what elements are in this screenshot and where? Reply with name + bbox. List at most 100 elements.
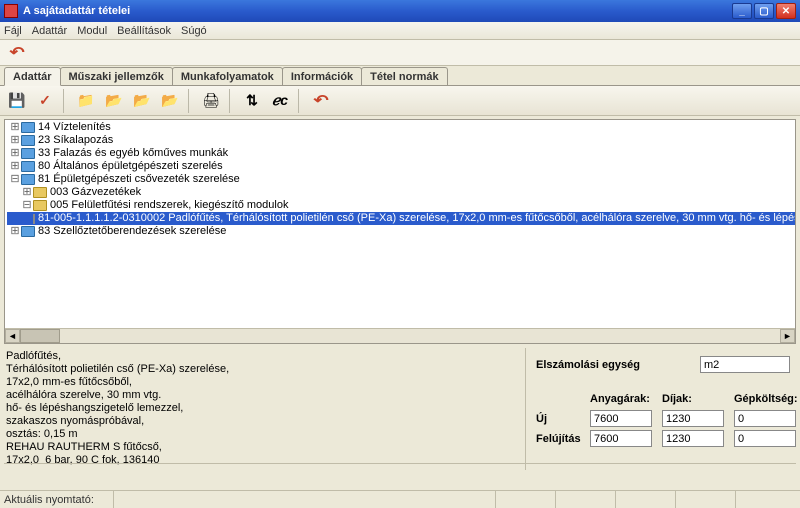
tab-tetel-normak[interactable]: Tétel normák (361, 67, 447, 85)
tree-item-label: 33 Falazás és egyéb kőműves munkák (38, 147, 228, 160)
tree-item[interactable]: ⊞ 14 Víztelenítés (7, 121, 795, 134)
tab-munkafolyamatok[interactable]: Munkafolyamatok (172, 67, 283, 85)
folder-arrow2-icon: 📂 (161, 92, 178, 109)
folder-open-icon: 📂 (105, 92, 122, 109)
tree-item-label: 81 Épületgépészeti csővezeték szerelése (38, 173, 240, 186)
undo-icon: ↶ (313, 92, 328, 109)
tree-item-selected[interactable]: 81-005-1.1.1.1.2-0310002 Padlófűtés, Tér… (7, 212, 795, 225)
expand-toggle[interactable]: ⊞ (9, 225, 21, 238)
expand-toggle[interactable]: ⊟ (21, 199, 33, 212)
tab-muszaki[interactable]: Műszaki jellemzők (60, 67, 173, 85)
back-arrow-icon: ↶ (9, 44, 24, 61)
uj-gep-input[interactable] (734, 410, 796, 427)
folder-button-3[interactable]: 📂 (129, 89, 155, 113)
tab-informaciok[interactable]: Információk (282, 67, 362, 85)
folder-button-1[interactable]: 📁 (73, 89, 99, 113)
menu-adattar[interactable]: Adattár (32, 25, 67, 37)
uj-dij-input[interactable] (662, 410, 724, 427)
folder-button-2[interactable]: 📂 (101, 89, 127, 113)
save-button[interactable]: 💾 (4, 89, 30, 113)
desc-line: hő- és lépéshangszigetelő lemezzel, (6, 402, 519, 415)
desc-line: Térhálósított polietilén cső (PE-Xa) sze… (6, 363, 519, 376)
expand-toggle[interactable]: ⊟ (9, 173, 21, 186)
sort-button[interactable]: ⇅ (239, 89, 265, 113)
bars-icon: ⇅ (246, 92, 258, 109)
row-uj-label: Új (536, 413, 584, 425)
expand-toggle[interactable]: ⊞ (9, 160, 21, 173)
tree-item-label: 23 Síkalapozás (38, 134, 113, 147)
tree-item-label: 005 Felületfűtési rendszerek, kiegészítő… (50, 199, 288, 212)
undo-button[interactable]: ↶ (308, 89, 334, 113)
hdr-dijak: Díjak: (662, 393, 728, 407)
tree-item[interactable]: ⊞ 33 Falazás és egyéb kőműves munkák (7, 147, 795, 160)
printer-icon: 🖨 (202, 92, 220, 109)
expand-toggle[interactable]: ⊞ (9, 121, 21, 134)
desc-line: szakaszos nyomáspróbával, (6, 415, 519, 428)
desc-line: 17x2,0 mm-es fűtőcsőből, (6, 376, 519, 389)
maximize-button[interactable]: ▢ (754, 3, 774, 19)
expand-toggle[interactable]: ⊞ (9, 147, 21, 160)
desc-line: acélhálóra szerelve, 30 mm vtg. (6, 389, 519, 402)
tab-bar: Adattár Műszaki jellemzők Munkafolyamato… (0, 66, 800, 86)
horizontal-scrollbar[interactable]: ◄ ► (5, 328, 795, 343)
tab-adattar[interactable]: Adattár (4, 67, 61, 86)
hdr-gepkoltseg: Gépköltség: (734, 393, 800, 407)
scroll-track[interactable] (20, 329, 780, 343)
work-area: ⊞ 14 Víztelenítés ⊞ 23 Síkalapozás ⊞ 33 Falaz… (0, 117, 800, 490)
scroll-thumb[interactable] (20, 329, 60, 343)
folder-icon (21, 174, 35, 185)
web-button[interactable]: ℯc (267, 89, 293, 113)
tree-item[interactable]: ⊞83 Szellőztetőberendezések szerelése (7, 225, 795, 238)
menu-modul[interactable]: Modul (77, 25, 107, 37)
tree-item[interactable]: ⊟ 005 Felületfűtési rendszerek, kiegészít… (7, 199, 795, 212)
folder-button-4[interactable]: 📂 (157, 89, 183, 113)
tree-item[interactable]: ⊞ 23 Síkalapozás (7, 134, 795, 147)
row-fel-label: Felújítás (536, 433, 584, 445)
status-printer-label: Aktuális nyomtató: (4, 494, 94, 506)
close-button[interactable]: ✕ (776, 3, 796, 19)
fel-anyag-input[interactable] (590, 430, 652, 447)
tree-item[interactable]: ⊞ 003 Gázvezetékek (7, 186, 795, 199)
minimize-button[interactable]: _ (732, 3, 752, 19)
check-button[interactable]: ✓ (32, 89, 58, 113)
tree-item[interactable]: ⊟ 81 Épületgépészeti csővezeték szerelése (7, 173, 795, 186)
tree-item-label: 80 Általános épületgépészeti szerelés (38, 160, 223, 173)
separator (229, 89, 234, 113)
floppy-icon: 💾 (8, 92, 25, 109)
tree-item-label: 003 Gázvezetékek (50, 186, 141, 199)
separator (63, 89, 68, 113)
status-bar: Aktuális nyomtató: (0, 490, 800, 508)
uj-anyag-input[interactable] (590, 410, 652, 427)
desc-line: REHAU RAUTHERM S fűtőcső, (6, 441, 519, 454)
checkmark-icon: ✓ (39, 92, 51, 109)
top-strip: ↶ (0, 40, 800, 66)
splitter[interactable] (4, 463, 796, 466)
desc-line: Padlófűtés, (6, 350, 519, 363)
folder-icon (21, 226, 35, 237)
tree-item-label: 14 Víztelenítés (38, 121, 111, 134)
scroll-left-button[interactable]: ◄ (5, 329, 20, 343)
menu-beallitasok[interactable]: Beállítások (117, 25, 171, 37)
web-icon: ℯc (272, 92, 288, 109)
unit-label: Elszámolási egység (536, 359, 700, 371)
unit-input[interactable] (700, 356, 790, 373)
price-pane: Elszámolási egység Anyagárak: Díjak: Gép… (526, 348, 796, 470)
expand-toggle[interactable]: ⊞ (21, 186, 33, 199)
back-button[interactable]: ↶ (6, 44, 28, 62)
menu-sugo[interactable]: Súgó (181, 25, 207, 37)
desc-line: osztás: 0,15 m (6, 428, 519, 441)
expand-toggle[interactable]: ⊞ (9, 134, 21, 147)
hdr-anyagarak: Anyagárak: (590, 393, 656, 407)
menu-file[interactable]: Fájl (4, 25, 22, 37)
fel-gep-input[interactable] (734, 430, 796, 447)
category-tree[interactable]: ⊞ 14 Víztelenítés ⊞ 23 Síkalapozás ⊞ 33 Falaz… (4, 119, 796, 344)
fel-dij-input[interactable] (662, 430, 724, 447)
description-pane: Padlófűtés, Térhálósított polietilén cső… (4, 348, 526, 470)
print-button[interactable]: 🖨 (198, 89, 224, 113)
scroll-right-button[interactable]: ► (780, 329, 795, 343)
separator (188, 89, 193, 113)
toolbar: 💾 ✓ 📁 📂 📂 📂 🖨 ⇅ ℯc ↶ (0, 86, 800, 116)
menu-bar: Fájl Adattár Modul Beállítások Súgó (0, 22, 800, 40)
folder-icon (21, 148, 35, 159)
tree-item[interactable]: ⊞ 80 Általános épületgépészeti szerelés (7, 160, 795, 173)
